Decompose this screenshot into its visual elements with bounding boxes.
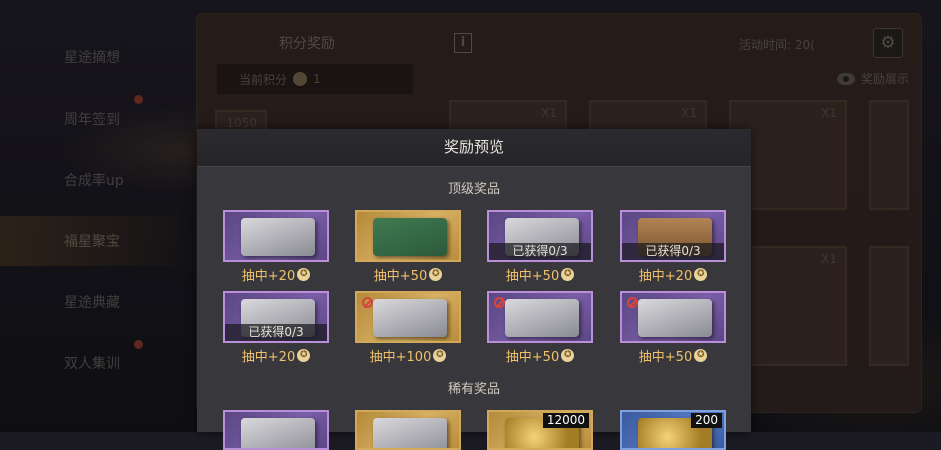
- reward-item[interactable]: [355, 291, 461, 343]
- reward-item[interactable]: 已获得0/3: [620, 210, 726, 262]
- reward-caption: 抽中+20 ✪: [223, 346, 329, 365]
- reward-art: [373, 218, 447, 256]
- reward-item[interactable]: [355, 410, 461, 450]
- reward-caption: 抽中+50 ✪: [487, 346, 593, 365]
- reward-art: [241, 418, 315, 448]
- reward-item[interactable]: [223, 210, 329, 262]
- reward-caption: 抽中+50 ✪: [355, 265, 461, 284]
- star-coin-icon: ✪: [694, 268, 708, 281]
- reward-caption: 抽中+20 ✪: [620, 265, 726, 284]
- forbidden-icon: [362, 297, 373, 308]
- reward-caption: 抽中+50 ✪: [487, 265, 593, 284]
- quantity-badge: 12000: [542, 413, 589, 428]
- reward-item[interactable]: 已获得0/3: [223, 291, 329, 343]
- reward-art: [373, 418, 447, 448]
- reward-item[interactable]: 200: [620, 410, 726, 450]
- reward-item[interactable]: [487, 291, 593, 343]
- star-coin-icon: ✪: [694, 349, 708, 362]
- reward-caption: 抽中+50 ✪: [620, 346, 726, 365]
- star-coin-icon: ✪: [433, 349, 447, 362]
- reward-item[interactable]: 已获得0/3: [487, 210, 593, 262]
- rare-prize-heading: 稀有奖品: [447, 382, 500, 397]
- obtained-label: 已获得0/3: [489, 243, 591, 260]
- star-coin-icon: ✪: [429, 268, 443, 281]
- top-prize-heading: 顶级奖品: [447, 182, 500, 197]
- reward-preview-modal: 奖励预览 顶级奖品 已获得0/3 已获得0/3 抽中+20 ✪ 抽中+50 ✪ 抽中…: [197, 129, 751, 450]
- forbidden-icon: [627, 297, 638, 308]
- obtained-label: 已获得0/3: [225, 324, 327, 341]
- reward-item[interactable]: 12000: [487, 410, 593, 450]
- reward-caption: 抽中+20 ✪: [223, 265, 329, 284]
- star-coin-icon: ✪: [297, 268, 311, 281]
- reward-item[interactable]: [223, 410, 329, 450]
- reward-caption: 抽中+100 ✪: [355, 346, 461, 365]
- reward-art: [373, 299, 447, 337]
- star-coin-icon: ✪: [561, 349, 575, 362]
- forbidden-icon: [494, 297, 505, 308]
- reward-item[interactable]: [620, 291, 726, 343]
- quantity-badge: 200: [691, 413, 722, 428]
- reward-item[interactable]: [355, 210, 461, 262]
- modal-title: 奖励预览: [197, 129, 751, 167]
- reward-art: [505, 299, 579, 337]
- star-coin-icon: ✪: [297, 349, 311, 362]
- reward-art: [638, 299, 712, 337]
- star-coin-icon: ✪: [561, 268, 575, 281]
- reward-art: [241, 218, 315, 256]
- obtained-label: 已获得0/3: [622, 243, 724, 260]
